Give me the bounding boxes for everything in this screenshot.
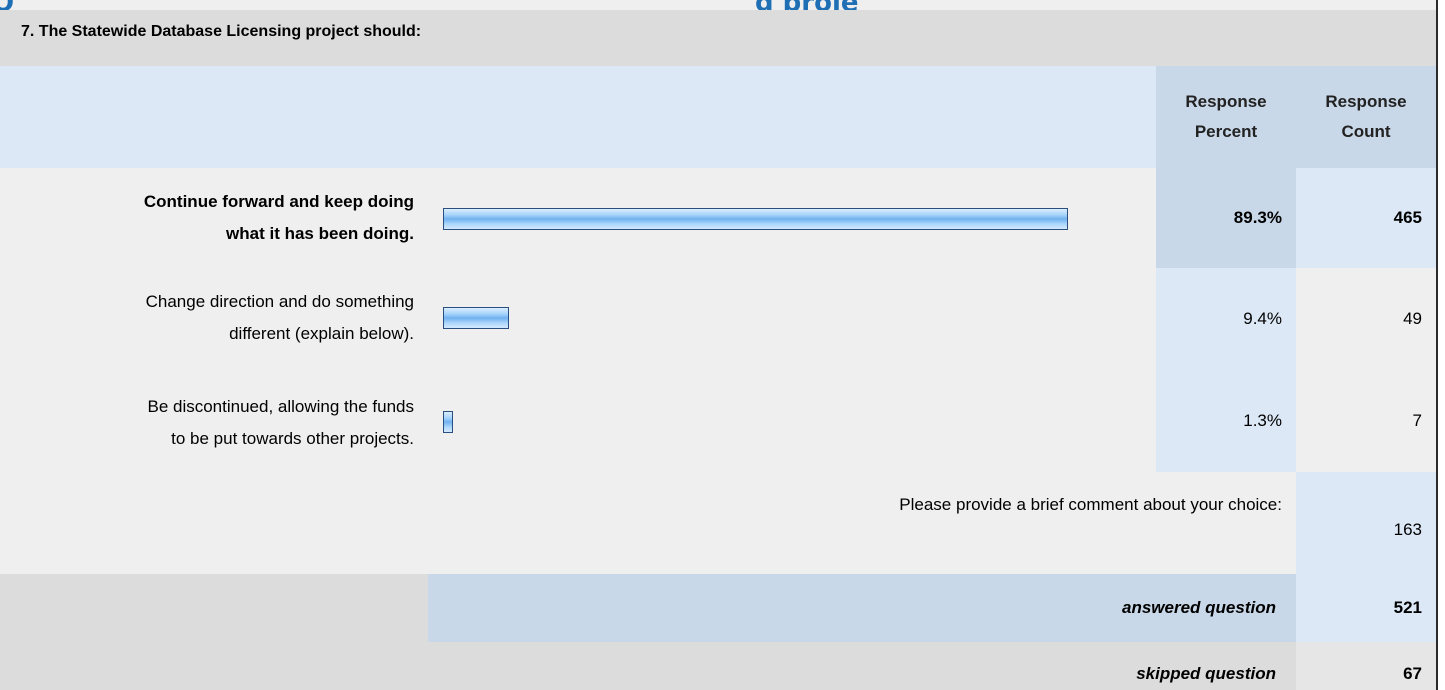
response-percent-2: 9.4% xyxy=(1156,268,1296,370)
response-bar-1 xyxy=(443,208,1068,230)
question-title: 7. The Statewide Database Licensing proj… xyxy=(21,23,422,40)
cropped-heading-left: Q xyxy=(0,0,14,10)
response-count-3: 7 xyxy=(1296,370,1436,472)
response-count-2: 49 xyxy=(1296,268,1436,370)
response-percent-header: Response Percent xyxy=(1156,66,1296,168)
answer-label-2-line2: different (explain below). xyxy=(229,324,414,343)
response-count-header: Response Count xyxy=(1296,66,1436,168)
response-count-header-line2: Count xyxy=(1341,122,1391,141)
answered-question-value: 521 xyxy=(1393,598,1422,617)
response-bar-2 xyxy=(443,307,509,329)
answer-label-2: Change direction and do something differ… xyxy=(0,286,414,350)
skipped-question-value: 67 xyxy=(1403,664,1422,683)
response-percent-1: 89.3% xyxy=(1156,168,1296,268)
page-edge-rule xyxy=(1436,0,1438,690)
cropped-heading-right: g proje xyxy=(755,0,859,10)
response-bar-3 xyxy=(443,411,453,433)
survey-table: 7. The Statewide Database Licensing proj… xyxy=(0,0,1436,690)
response-percent-header-line2: Percent xyxy=(1194,122,1258,141)
comment-count: 163 xyxy=(1393,520,1422,539)
answer-label-1-line2: what it has been doing. xyxy=(226,224,414,243)
answer-label-1-line1: Continue forward and keep doing xyxy=(143,192,414,211)
response-count-header-line1: Response xyxy=(1325,92,1407,111)
header-band xyxy=(0,66,1156,168)
skipped-row-left xyxy=(0,642,1296,690)
answer-label-3-line1: Be discontinued, allowing the funds xyxy=(147,397,414,416)
answered-row-left xyxy=(0,574,428,642)
skipped-question-label: skipped question xyxy=(1136,664,1276,683)
answer-label-3: Be discontinued, allowing the funds to b… xyxy=(0,391,414,455)
answered-question-label: answered question xyxy=(1122,598,1276,617)
response-count-1: 465 xyxy=(1296,168,1436,268)
response-percent-3: 1.3% xyxy=(1156,370,1296,472)
response-percent-header-line1: Response xyxy=(1185,92,1267,111)
survey-page: 7. The Statewide Database Licensing proj… xyxy=(0,0,1445,690)
answer-label-2-line1: Change direction and do something xyxy=(145,292,414,311)
cropped-heading-fragment: Q g proje xyxy=(0,0,1445,10)
answer-label-3-line2: to be put towards other projects. xyxy=(171,429,414,448)
answer-label-1: Continue forward and keep doing what it … xyxy=(0,186,414,250)
comment-prompt: Please provide a brief comment about you… xyxy=(899,495,1282,514)
